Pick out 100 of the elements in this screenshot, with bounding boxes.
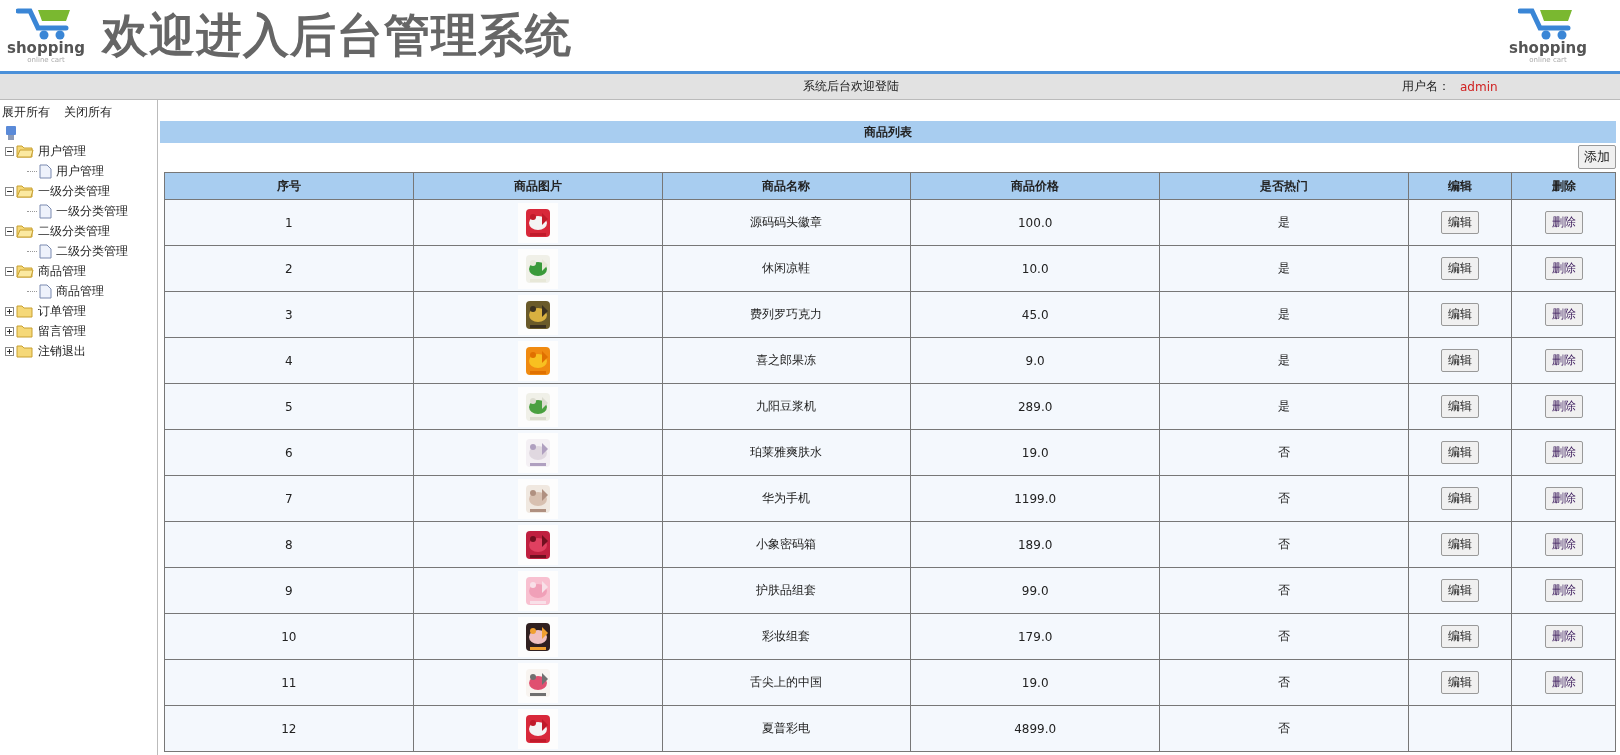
- column-header: 商品图片: [413, 172, 663, 200]
- collapse-icon[interactable]: [5, 266, 14, 276]
- table-cell: 7: [164, 475, 414, 522]
- table-cell: 华为手机: [662, 475, 911, 522]
- user-label: 用户名：: [1402, 78, 1450, 95]
- edit-button[interactable]: 编辑: [1441, 211, 1480, 234]
- delete-button[interactable]: 删除: [1544, 671, 1583, 694]
- tree-item[interactable]: 用户管理: [56, 162, 104, 180]
- table-cell: 珀莱雅爽肤水: [662, 429, 911, 476]
- expand-icon[interactable]: [5, 306, 14, 316]
- delete-button[interactable]: 删除: [1544, 395, 1583, 418]
- table-cell: 45.0: [910, 291, 1160, 338]
- table-cell: 否: [1159, 567, 1409, 614]
- table-cell: 否: [1159, 613, 1409, 660]
- add-button[interactable]: 添加: [1578, 145, 1616, 169]
- delete-button[interactable]: 删除: [1544, 303, 1583, 326]
- collapse-icon[interactable]: [5, 146, 14, 156]
- tree-item[interactable]: 二级分类管理: [38, 222, 110, 240]
- table-cell: 100.0: [910, 199, 1160, 246]
- table-cell: 10.0: [910, 245, 1160, 292]
- table-cell: 11: [164, 659, 414, 706]
- page-icon: [39, 203, 52, 219]
- page-icon: [39, 243, 52, 259]
- edit-button[interactable]: 编辑: [1441, 441, 1480, 464]
- expand-icon[interactable]: [5, 346, 14, 356]
- column-header: 商品价格: [910, 172, 1160, 200]
- table-cell: 否: [1159, 429, 1409, 476]
- tree-item[interactable]: 用户管理: [38, 142, 86, 160]
- table-cell: 9: [164, 567, 414, 614]
- folder-icon: [16, 264, 34, 278]
- edit-button[interactable]: 编辑: [1441, 487, 1480, 510]
- edit-button[interactable]: 编辑: [1441, 395, 1480, 418]
- table-cell: 否: [1159, 659, 1409, 706]
- delete-button[interactable]: 删除: [1544, 487, 1583, 510]
- table-cell: 休闲凉鞋: [662, 245, 911, 292]
- edit-button[interactable]: 编辑: [1441, 303, 1480, 326]
- edit-button[interactable]: 编辑: [1441, 625, 1480, 648]
- folder-icon: [16, 304, 34, 318]
- folder-icon: [16, 224, 34, 238]
- table-cell: 是: [1159, 337, 1409, 384]
- computer-icon: [5, 125, 17, 141]
- table-cell: 179.0: [910, 613, 1160, 660]
- delete-button[interactable]: 删除: [1544, 349, 1583, 372]
- table-cell: 9.0: [910, 337, 1160, 384]
- table-cell: 19.0: [910, 659, 1160, 706]
- table-cell: 12: [164, 705, 414, 752]
- table-cell: 289.0: [910, 383, 1160, 430]
- expand-all-link[interactable]: 展开所有: [2, 104, 50, 121]
- collapse-all-link[interactable]: 关闭所有: [64, 104, 112, 121]
- page-icon: [39, 283, 52, 299]
- tree-item[interactable]: 订单管理: [38, 302, 86, 320]
- table-cell: 8: [164, 521, 414, 568]
- table-cell: 否: [1159, 705, 1409, 752]
- tree-item[interactable]: 一级分类管理: [38, 182, 110, 200]
- delete-button[interactable]: 删除: [1544, 441, 1583, 464]
- folder-icon: [16, 144, 34, 158]
- table-cell: 3: [164, 291, 414, 338]
- welcome-text: 系统后台欢迎登陆: [803, 78, 899, 95]
- table-cell: 99.0: [910, 567, 1160, 614]
- table-cell: 是: [1159, 383, 1409, 430]
- expand-icon[interactable]: [5, 326, 14, 336]
- delete-button[interactable]: 删除: [1544, 579, 1583, 602]
- table-cell: 九阳豆浆机: [662, 383, 911, 430]
- tree-item[interactable]: 商品管理: [38, 262, 86, 280]
- column-header: 编辑: [1408, 172, 1512, 200]
- collapse-icon[interactable]: [5, 226, 14, 236]
- table-cell: 189.0: [910, 521, 1160, 568]
- table-cell: 1: [164, 199, 414, 246]
- table-cell: 费列罗巧克力: [662, 291, 911, 338]
- tree-item[interactable]: 留言管理: [38, 322, 86, 340]
- table-cell: 喜之郎果冻: [662, 337, 911, 384]
- delete-button[interactable]: 删除: [1544, 625, 1583, 648]
- tree-item[interactable]: 一级分类管理: [56, 202, 128, 220]
- tree-item[interactable]: 注销退出: [38, 342, 86, 360]
- table-cell: 源码码头徽章: [662, 199, 911, 246]
- table-cell: 1199.0: [910, 475, 1160, 522]
- edit-button[interactable]: 编辑: [1441, 671, 1480, 694]
- table-cell: 小象密码箱: [662, 521, 911, 568]
- tree-item[interactable]: 二级分类管理: [56, 242, 128, 260]
- table-cell: 6: [164, 429, 414, 476]
- edit-button[interactable]: 编辑: [1441, 257, 1480, 280]
- table-cell: 舌尖上的中国: [662, 659, 911, 706]
- table-cell: 是: [1159, 291, 1409, 338]
- table-cell: 10: [164, 613, 414, 660]
- delete-button[interactable]: 删除: [1544, 257, 1583, 280]
- username: admin: [1460, 79, 1498, 94]
- column-header: 删除: [1511, 172, 1616, 200]
- delete-button[interactable]: 删除: [1544, 533, 1583, 556]
- folder-icon: [16, 344, 34, 358]
- tree-item[interactable]: 商品管理: [56, 282, 104, 300]
- collapse-icon[interactable]: [5, 186, 14, 196]
- table-cell: 护肤品组套: [662, 567, 911, 614]
- edit-button[interactable]: 编辑: [1441, 349, 1480, 372]
- table-cell: 5: [164, 383, 414, 430]
- column-header: 是否热门: [1159, 172, 1409, 200]
- page-title: 欢迎进入后台管理系统: [102, 6, 572, 64]
- delete-button[interactable]: 删除: [1544, 211, 1583, 234]
- table-cell: 是: [1159, 199, 1409, 246]
- edit-button[interactable]: 编辑: [1441, 579, 1480, 602]
- edit-button[interactable]: 编辑: [1441, 533, 1480, 556]
